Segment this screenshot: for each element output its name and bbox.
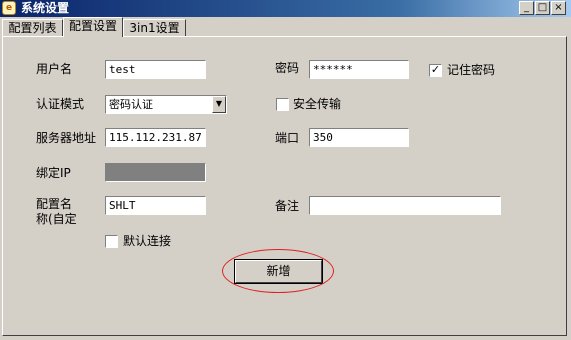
chevron-down-icon[interactable]: ▼ xyxy=(212,96,226,113)
username-label: 用户名 xyxy=(36,62,73,76)
remember-password-checkbox[interactable]: ✓ xyxy=(429,64,442,77)
minimize-button[interactable]: _ xyxy=(519,1,534,15)
secure-transfer-checkbox[interactable] xyxy=(276,98,289,111)
auth-mode-select[interactable]: 密码认证 ▼ xyxy=(105,95,227,114)
default-connect-checkbox[interactable] xyxy=(105,235,118,248)
server-address-input[interactable]: 115.112.231.87 xyxy=(105,128,206,147)
title-bar: e 系统设置 _ □ × xyxy=(0,0,571,17)
password-input[interactable]: ****** xyxy=(309,60,409,79)
tab-3in1-settings[interactable]: 3in1设置 xyxy=(123,19,186,37)
bind-ip-input xyxy=(105,163,206,182)
default-connect-label: 默认连接 xyxy=(123,234,172,248)
add-button[interactable]: 新增 xyxy=(234,259,323,284)
password-label: 密码 xyxy=(275,61,300,75)
bind-ip-label: 绑定IP xyxy=(36,166,71,180)
app-icon: e xyxy=(2,1,16,15)
username-input[interactable]: test xyxy=(105,60,206,79)
auth-mode-value: 密码认证 xyxy=(109,98,153,111)
remark-input[interactable] xyxy=(309,196,501,215)
secure-transfer-label: 安全传输 xyxy=(293,97,342,111)
settings-panel xyxy=(2,36,567,336)
window-title: 系统设置 xyxy=(21,1,70,15)
tab-config-list[interactable]: 配置列表 xyxy=(2,19,63,37)
port-label: 端口 xyxy=(275,131,300,145)
config-name-input[interactable]: SHLT xyxy=(105,196,206,215)
maximize-button[interactable]: □ xyxy=(535,1,550,15)
remark-label: 备注 xyxy=(275,199,300,213)
remember-password-label: 记住密码 xyxy=(447,63,496,77)
tab-config-settings[interactable]: 配置设置 xyxy=(63,17,123,37)
port-input[interactable]: 350 xyxy=(309,128,409,147)
config-name-label: 配置名 称(自定 xyxy=(36,197,77,226)
tab-strip: 配置列表 配置设置 3in1设置 xyxy=(0,17,571,37)
server-address-label: 服务器地址 xyxy=(36,131,97,145)
close-button[interactable]: × xyxy=(551,1,566,15)
auth-mode-label: 认证模式 xyxy=(36,97,85,111)
